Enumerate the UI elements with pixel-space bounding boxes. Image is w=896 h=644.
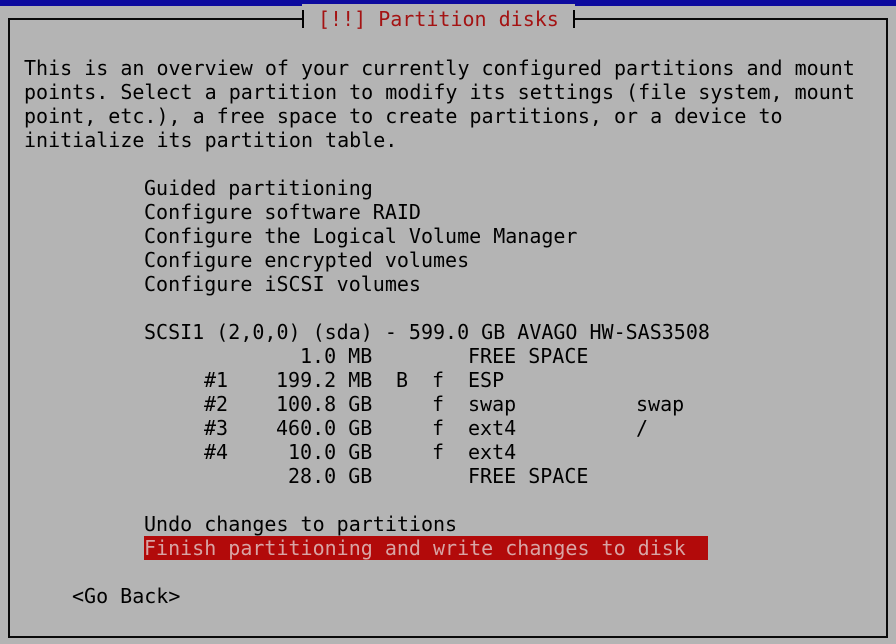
- partition-format-flag: f: [432, 440, 445, 464]
- intro-line-3: point, etc.), a free space to create par…: [24, 104, 783, 128]
- partition-format-flag: f: [432, 416, 445, 440]
- dialog-title-bar: [!!] Partition disks: [302, 4, 575, 34]
- finish-partitioning-item[interactable]: Finish partitioning and write changes to…: [144, 536, 708, 560]
- partition-mount: swap: [636, 392, 685, 416]
- partition-size: 199.2 MB: [276, 368, 373, 392]
- partition-number: #1: [204, 368, 229, 392]
- partition-number: #2: [204, 392, 229, 416]
- partition-fs: ESP: [468, 368, 505, 392]
- partition-fs: swap: [468, 392, 517, 416]
- partition-format-flag: f: [432, 368, 445, 392]
- partition-size: 100.8 GB: [276, 392, 373, 416]
- menu-encrypted-volumes[interactable]: Configure encrypted volumes: [144, 248, 469, 272]
- menu-software-raid[interactable]: Configure software RAID: [144, 200, 421, 224]
- menu-guided-partitioning[interactable]: Guided partitioning: [144, 176, 373, 200]
- partition-fs: FREE SPACE: [468, 464, 589, 488]
- partition-size: 28.0 GB: [288, 464, 373, 488]
- intro-line-1: This is an overview of your currently co…: [24, 56, 855, 80]
- undo-changes-item[interactable]: Undo changes to partitions: [144, 512, 457, 536]
- menu-iscsi-volumes[interactable]: Configure iSCSI volumes: [144, 272, 421, 296]
- partition-fs: ext4: [468, 440, 517, 464]
- partition-mount: /: [636, 416, 649, 440]
- partition-number: #4: [204, 440, 229, 464]
- partition-size: 460.0 GB: [276, 416, 373, 440]
- dialog-title: [!!] Partition disks: [318, 7, 559, 31]
- go-back-button[interactable]: <Go Back>: [72, 584, 180, 608]
- partition-fs: ext4: [468, 416, 517, 440]
- partition-fs: FREE SPACE: [468, 344, 589, 368]
- disk-header[interactable]: SCSI1 (2,0,0) (sda) - 599.0 GB AVAGO HW-…: [144, 320, 710, 344]
- title-right-tick: [572, 10, 575, 28]
- partition-size: 10.0 GB: [288, 440, 373, 464]
- partition-size: 1.0 MB: [300, 344, 373, 368]
- partition-boot-flag: B: [396, 368, 409, 392]
- intro-line-2: points. Select a partition to modify its…: [24, 80, 855, 104]
- partition-number: #3: [204, 416, 229, 440]
- intro-line-4: initialize its partition table.: [24, 128, 398, 152]
- partition-format-flag: f: [432, 392, 445, 416]
- menu-lvm[interactable]: Configure the Logical Volume Manager: [144, 224, 577, 248]
